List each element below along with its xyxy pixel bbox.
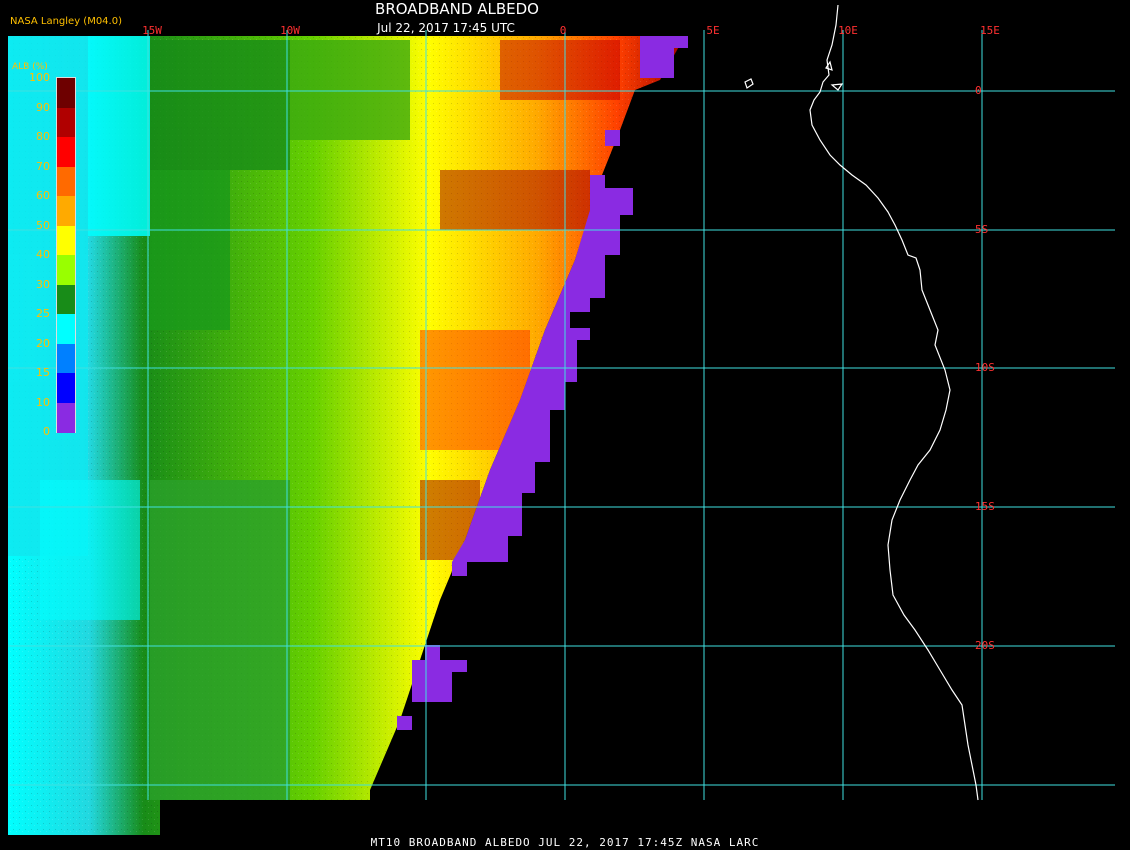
albedo-map [8,4,1115,835]
lon-label-15e: 15E [980,24,1000,37]
legend-swatch [57,373,75,403]
lon-label-10w: 10W [280,24,300,37]
lon-label-5e: 5E [706,24,720,37]
lat-label-5s: 5S [975,223,989,236]
lon-label-15w: 15W [142,24,162,37]
legend-swatch [57,343,75,374]
lat-label-10s: 10S [975,361,995,374]
legend-swatch [57,225,75,256]
legend-swatch [57,255,75,285]
producer-label: NASA Langley (M04.0) [10,16,122,27]
color-legend [56,77,76,433]
legend-tick-label: 60 [36,189,50,202]
legend-swatch [57,314,75,344]
lat-label-15s: 15S [975,500,995,513]
timestamp: Jul 22, 2017 17:45 UTC [377,21,515,35]
legend-tick-label: 40 [36,248,50,261]
legend-tick-label: 10 [36,395,50,409]
legend-swatch [57,284,75,315]
legend-tick-label: 90 [36,100,50,114]
legend-tick-label: 15 [36,366,50,379]
legend-tick-label: 20 [36,336,50,350]
legend-swatch [57,107,75,138]
legend-tick-label: 100 [29,71,50,84]
legend-tick-label: 50 [36,218,50,232]
legend-swatch [57,402,75,433]
map-title: BROADBAND ALBEDO [375,0,539,18]
legend-tick-label: 30 [36,277,50,291]
lat-label-0: 0 [975,84,982,97]
coastline [744,4,979,801]
footer-caption: MT10 BROADBAND ALBEDO JUL 22, 2017 17:45… [370,836,760,849]
legend-tick-label: 25 [36,307,50,320]
legend-tick-label: 80 [36,130,50,143]
legend-swatch [57,78,75,108]
legend-tick-label: 70 [36,159,50,173]
lat-label-20s: 20S [975,639,995,652]
satellite-image-viewer: BROADBAND ALBEDO Jul 22, 2017 17:45 UTC … [0,0,1130,850]
legend-swatch [57,137,75,167]
legend-tick-label: 0 [43,425,50,438]
legend-swatch [57,166,75,197]
legend-swatch [57,196,75,226]
lon-label-0: 0 [559,24,567,37]
lon-label-10e: 10E [838,24,858,37]
